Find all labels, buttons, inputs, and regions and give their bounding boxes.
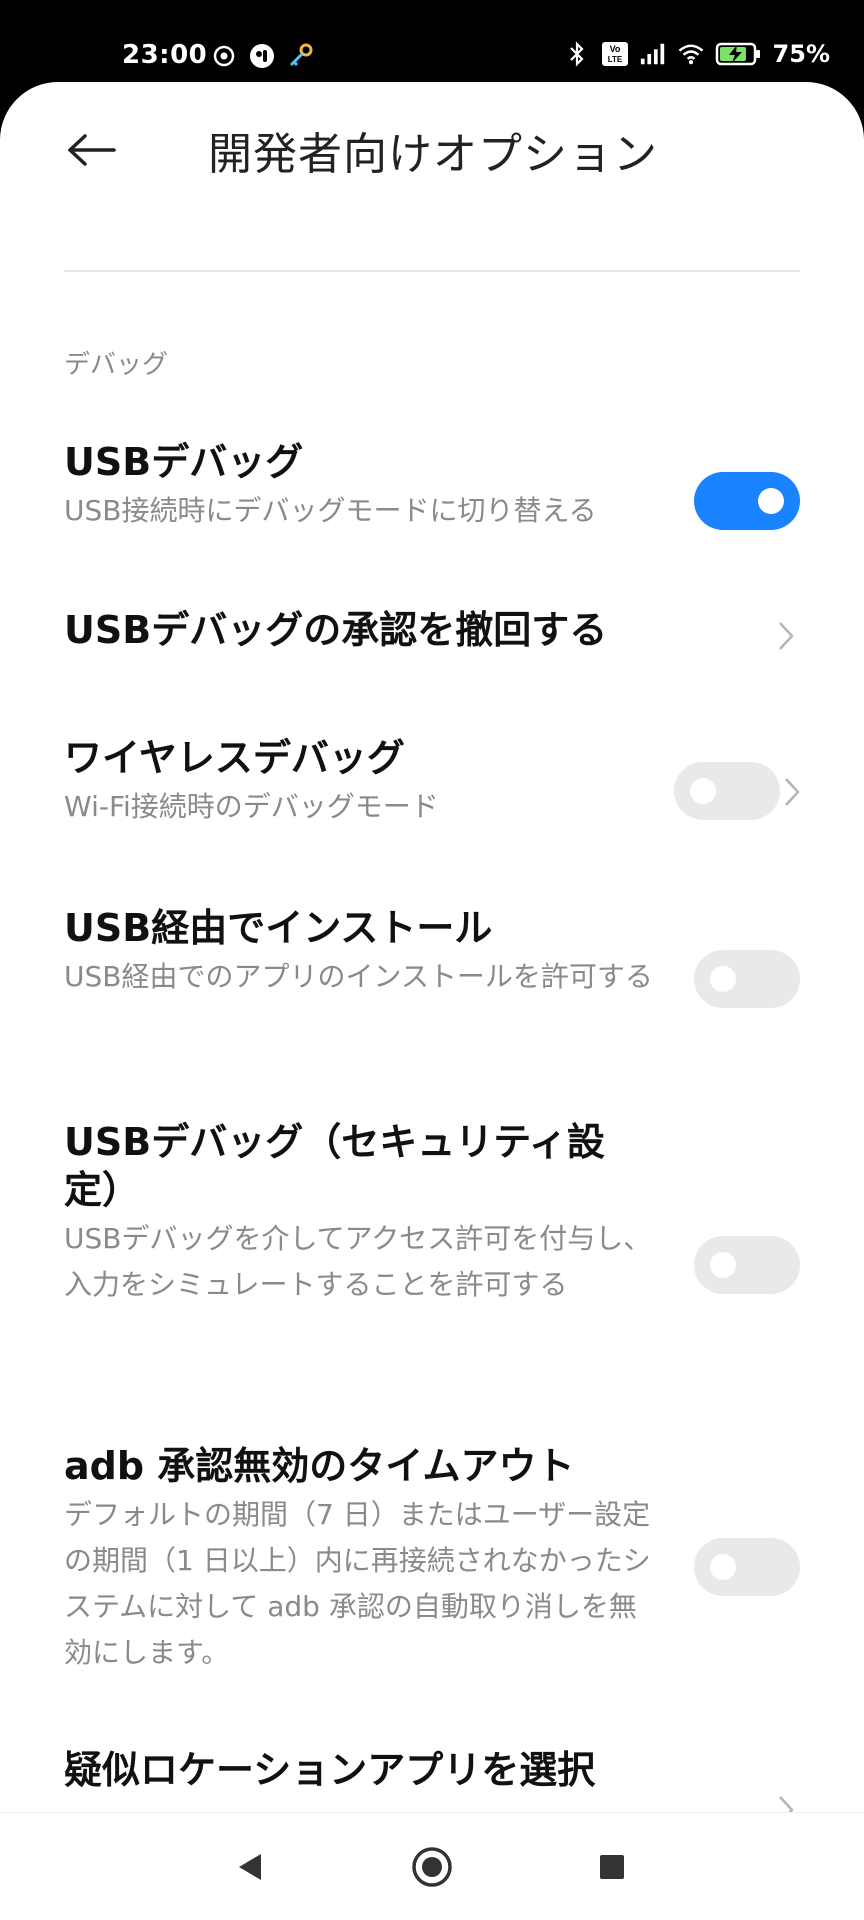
adb-auth-timeout-toggle[interactable] <box>694 1538 800 1596</box>
install-via-usb-toggle[interactable] <box>694 950 800 1008</box>
home-circle-icon <box>412 1847 452 1887</box>
svg-text:LTE: LTE <box>607 55 622 64</box>
status-left-icons <box>210 42 314 70</box>
status-right-icons: Vo LTE 75% <box>563 40 830 68</box>
setting-title: USBデバッグの承認を撤回する <box>64 608 608 652</box>
setting-adb-auth-timeout[interactable]: adb 承認無効のタイムアウト デフォルトの期間（7 日）またはユーザー設定の期… <box>64 1442 800 1669</box>
setting-subtitle: USB経由でのアプリのインストールを許可する <box>64 960 653 993</box>
settings-sheet: 開発者向けオプション デバッグ USBデバッグ USB接続時にデバッグモードに切… <box>0 82 864 1920</box>
battery-percentage: 75% <box>772 40 830 68</box>
setting-usb-debugging[interactable]: USBデバッグ USB接続時にデバッグモードに切り替える <box>64 438 800 558</box>
setting-subtitle: Wi-Fi接続時のデバッグモード <box>64 790 439 823</box>
nav-back-button[interactable] <box>222 1839 278 1895</box>
notification-icon <box>210 42 238 70</box>
toggle-knob <box>758 488 784 514</box>
toggle-knob <box>710 1252 736 1278</box>
setting-wireless-debugging[interactable]: ワイヤレスデバッグ Wi-Fi接続時のデバッグモード <box>64 734 800 854</box>
wireless-debugging-toggle[interactable] <box>674 762 780 820</box>
toggle-knob <box>710 1554 736 1580</box>
back-button[interactable] <box>62 120 122 180</box>
recents-square-icon <box>600 1855 624 1879</box>
battery-charging-icon <box>715 40 763 68</box>
setting-install-via-usb[interactable]: USB経由でインストール USB経由でのアプリのインストールを許可する <box>64 904 800 1054</box>
toggle-knob <box>690 778 716 804</box>
toggle-knob <box>710 966 736 992</box>
volte-icon: Vo LTE <box>601 40 629 68</box>
app-icon <box>248 42 276 70</box>
setting-subtitle: USBデバッグを介してアクセス許可を付与し、入力をシミュレートすることを許可する <box>64 1222 652 1301</box>
bluetooth-icon <box>563 40 591 68</box>
setting-title: 疑似ロケーションアプリを選択 <box>64 1748 596 1792</box>
header: 開発者向けオプション <box>0 82 864 282</box>
chevron-right-icon <box>772 616 800 656</box>
header-divider <box>64 270 800 272</box>
setting-title: USBデバッグ（セキュリティ設定） <box>64 1120 605 1212</box>
key-icon <box>286 42 314 70</box>
navigation-bar <box>0 1812 864 1920</box>
setting-title: USB経由でインストール <box>64 906 493 950</box>
setting-usb-debugging-security[interactable]: USBデバッグ（セキュリティ設定） USBデバッグを介してアクセス許可を付与し、… <box>64 1118 800 1358</box>
status-time: 23:00 <box>122 40 208 70</box>
setting-subtitle: USB接続時にデバッグモードに切り替える <box>64 494 597 527</box>
setting-title: USBデバッグ <box>64 440 304 484</box>
usb-debugging-toggle[interactable] <box>694 472 800 530</box>
back-triangle-icon <box>239 1854 261 1880</box>
svg-text:Vo: Vo <box>609 44 620 54</box>
setting-title: adb 承認無効のタイムアウト <box>64 1444 575 1488</box>
usb-debugging-security-toggle[interactable] <box>694 1236 800 1294</box>
chevron-right-icon <box>778 772 806 812</box>
nav-home-button[interactable] <box>404 1839 460 1895</box>
setting-title: ワイヤレスデバッグ <box>64 736 405 780</box>
signal-icon <box>639 40 667 68</box>
section-label-debug: デバッグ <box>64 350 169 380</box>
page-title: 開発者向けオプション <box>208 129 658 180</box>
setting-revoke-usb-auth[interactable]: USBデバッグの承認を撤回する <box>64 606 800 686</box>
setting-subtitle: デフォルトの期間（7 日）またはユーザー設定の期間（1 日以上）内に再接続されな… <box>64 1498 651 1669</box>
nav-recents-button[interactable] <box>584 1839 640 1895</box>
arrow-left-icon <box>68 134 116 166</box>
wifi-icon <box>677 40 705 68</box>
